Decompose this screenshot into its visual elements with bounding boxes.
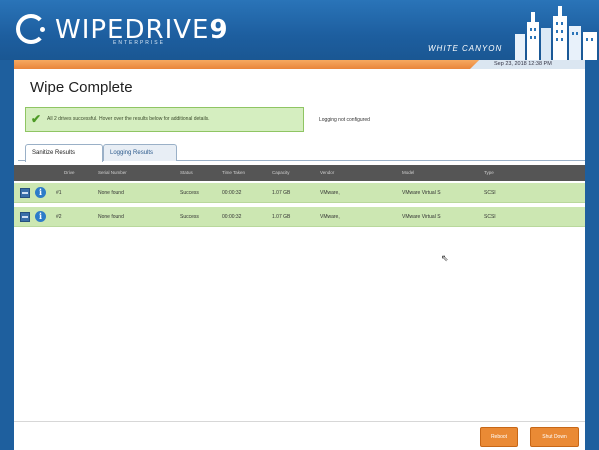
app-header: WIPEDRIVE9 ENTERPRISE WHITE CANYON: [0, 0, 599, 60]
cell-status: Success: [180, 214, 199, 220]
logo-edition: ENTERPRISE: [113, 40, 165, 46]
cell-capacity: 1.07 GB: [272, 214, 291, 220]
cell-time: 00:00:32: [222, 190, 242, 196]
drive-icon: [20, 188, 30, 198]
cell-type: SCSI: [484, 214, 496, 220]
datetime-text: Sep 23, 2018 12:38 PM: [494, 61, 552, 67]
main-panel: Wipe Complete ✔ All 2 drives successful.…: [14, 69, 585, 450]
cell-serial: None found: [98, 214, 124, 220]
column-header-type[interactable]: Type: [484, 170, 494, 175]
info-icon[interactable]: i: [35, 187, 46, 198]
info-icon[interactable]: i: [35, 211, 46, 222]
logging-status: Logging not configured: [319, 117, 370, 123]
cell-capacity: 1.07 GB: [272, 190, 291, 196]
cursor-icon: ⇖: [441, 253, 449, 263]
cell-drive: #1: [56, 190, 62, 196]
page-title: Wipe Complete: [30, 79, 133, 96]
column-header-model[interactable]: Model: [402, 170, 414, 175]
column-header-capacity[interactable]: Capacity: [272, 170, 290, 175]
table-row[interactable]: i #2 None found Success 00:00:32 1.07 GB…: [14, 207, 585, 227]
brand-name: WHITE CANYON: [428, 44, 503, 53]
footer-divider: [14, 421, 585, 422]
cell-model: VMware Virtual S: [402, 190, 441, 196]
cell-serial: None found: [98, 190, 124, 196]
column-header-drive[interactable]: Drive: [64, 170, 75, 175]
column-header-vendor[interactable]: Vendor: [320, 170, 334, 175]
table-row[interactable]: i #1 None found Success 00:00:32 1.07 GB…: [14, 183, 585, 203]
column-header-status[interactable]: Status: [180, 170, 193, 175]
cell-vendor: VMware,: [320, 214, 340, 220]
success-message-box: ✔ All 2 drives successful. Hover over th…: [25, 107, 304, 132]
drive-icon: [20, 212, 30, 222]
logo-dot: [40, 27, 45, 32]
cell-status: Success: [180, 190, 199, 196]
skyline-logo: [515, 6, 597, 60]
column-header-time[interactable]: Time Taken: [222, 170, 245, 175]
cell-time: 00:00:32: [222, 214, 242, 220]
tab-logging-results[interactable]: Logging Results: [103, 144, 177, 161]
cell-model: VMware Virtual S: [402, 214, 441, 220]
cell-vendor: VMware,: [320, 190, 340, 196]
table-header: Drive Serial Number Status Time Taken Ca…: [14, 165, 585, 181]
success-message: All 2 drives successful. Hover over the …: [47, 116, 210, 122]
cell-type: SCSI: [484, 190, 496, 196]
column-header-serial[interactable]: Serial Number: [98, 170, 127, 175]
tab-sanitize-results[interactable]: Sanitize Results: [25, 144, 103, 162]
shutdown-button[interactable]: Shut Down: [530, 427, 579, 447]
cell-drive: #2: [56, 214, 62, 220]
check-icon: ✔: [31, 112, 42, 126]
reboot-button[interactable]: Reboot: [480, 427, 518, 447]
